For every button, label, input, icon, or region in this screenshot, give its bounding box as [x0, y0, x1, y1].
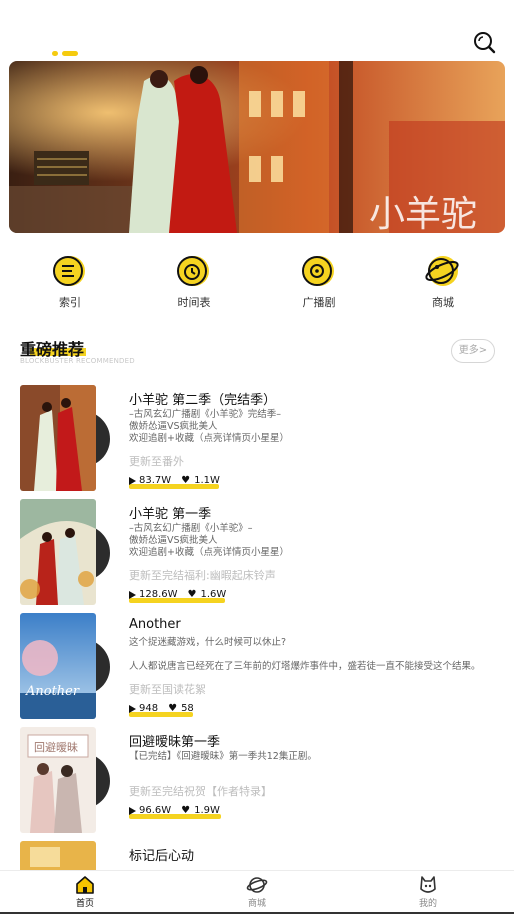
search-icon[interactable] — [472, 30, 496, 54]
more-button[interactable]: 更多> — [451, 339, 495, 363]
list-item[interactable]: 回避暧昧 回避暧昧第一季 【已完结】《回避暧昧》第一季共12集正剧。 更新至完结… — [0, 727, 514, 839]
play-icon — [129, 590, 136, 599]
section-subtitle: BLOCKBUSTER RECOMMENDED — [20, 357, 135, 365]
like-count: 1.9W — [194, 805, 220, 816]
quick-nav-shop[interactable]: 商城 — [403, 252, 483, 310]
item-update: 更新至完结福利:幽暇起床铃声 — [129, 569, 276, 582]
heart-icon: ♥ — [168, 703, 178, 714]
play-icon — [129, 704, 136, 713]
item-stats: 128.6W ♥ 1.6W — [129, 589, 227, 603]
cover-image — [20, 841, 96, 870]
item-update: 更新至番外 — [129, 455, 184, 468]
tab-shop[interactable]: 商城 — [227, 875, 287, 909]
play-count: 83.7W — [139, 475, 172, 486]
svg-text:回避暧昧: 回避暧昧 — [34, 740, 78, 754]
quick-nav-index[interactable]: 索引 — [30, 252, 110, 310]
item-description: –古风玄幻广播剧《小羊驼》完结季– 傲娇怂逼VS疯批美人 欢迎追剧+收藏（点亮详… — [129, 409, 289, 444]
item-description: –古风玄幻广播剧《小羊驼》– 傲娇怂逼VS疯批美人 欢迎追剧+收藏（点亮详情页小… — [129, 523, 289, 558]
carousel-dot[interactable] — [52, 51, 58, 56]
quick-nav-label: 商城 — [432, 296, 454, 309]
list-item[interactable]: 小羊驼 第一季 –古风玄幻广播剧《小羊驼》– 傲娇怂逼VS疯批美人 欢迎追剧+收… — [0, 499, 514, 611]
play-count: 128.6W — [139, 589, 178, 600]
clock-icon — [177, 256, 209, 286]
play-count: 948 — [139, 703, 159, 714]
carousel-indicator — [52, 51, 78, 56]
banner-artwork: 小羊驼 — [9, 61, 505, 233]
tab-profile[interactable]: 我的 — [398, 875, 458, 909]
quick-nav-label: 索引 — [59, 296, 81, 309]
play-icon — [129, 806, 136, 815]
item-stats: 948 ♥ 58 — [129, 703, 194, 717]
item-update: 更新至完结祝贺【作者特录】 — [129, 785, 272, 798]
like-count: 1.1W — [194, 475, 220, 486]
cover-image: 回避暧昧 — [20, 727, 96, 833]
heart-icon: ♥ — [181, 475, 191, 486]
planet-icon — [246, 877, 268, 893]
play-icon — [129, 476, 136, 485]
quick-nav-label: 时间表 — [177, 296, 211, 309]
index-icon — [53, 256, 85, 286]
banner-watermark: 小羊驼 — [369, 194, 477, 233]
tab-home[interactable]: 首页 — [55, 875, 115, 909]
cover-image: Another — [20, 613, 96, 719]
quick-nav-label: 广播剧 — [302, 296, 336, 309]
item-title: 标记后心动 — [129, 849, 195, 864]
play-count: 96.6W — [139, 805, 172, 816]
tab-label: 首页 — [75, 899, 94, 909]
item-description: 这个捉迷藏游戏，什么时候可以休止? 人人都说唐言已经死在了三年前的灯塔爆炸事件中… — [129, 637, 481, 672]
disc-icon — [302, 256, 334, 286]
item-stats: 83.7W ♥ 1.1W — [129, 475, 220, 489]
list-item[interactable]: 标记后心动 — [0, 841, 514, 870]
like-count: 1.6W — [200, 589, 227, 600]
quick-nav-schedule[interactable]: 时间表 — [154, 252, 234, 310]
profile-icon — [420, 876, 436, 893]
item-title: 回避暧昧第一季 — [129, 735, 221, 750]
tab-label: 商城 — [247, 899, 266, 909]
item-title: 小羊驼 第二季（完结季） — [129, 393, 277, 408]
like-count: 58 — [181, 703, 194, 714]
list-item[interactable]: Another Another 这个捉迷藏游戏，什么时候可以休止? 人人都说唐言… — [0, 613, 514, 725]
top-bar — [0, 0, 514, 60]
tab-label: 我的 — [418, 899, 437, 909]
cover-image — [20, 385, 96, 491]
list-item[interactable]: 小羊驼 第二季（完结季） –古风玄幻广播剧《小羊驼》完结季– 傲娇怂逼VS疯批美… — [0, 385, 514, 497]
heart-icon: ♥ — [187, 589, 197, 600]
home-icon — [76, 876, 94, 894]
carousel-dot-active[interactable] — [62, 51, 78, 56]
svg-text:Another: Another — [25, 684, 80, 699]
item-update: 更新至国读花絮 — [129, 683, 206, 696]
item-description: 【已完结】《回避暧昧》第一季共12集正剧。 — [129, 751, 317, 762]
item-title: 小羊驼 第一季 — [129, 507, 212, 522]
quick-nav-radio-drama[interactable]: 广播剧 — [279, 252, 359, 310]
item-stats: 96.6W ♥ 1.9W — [129, 805, 221, 819]
promo-banner[interactable]: 小羊驼 — [9, 61, 505, 233]
item-title: Another — [129, 617, 181, 632]
cover-image — [20, 499, 96, 605]
planet-icon — [425, 256, 459, 286]
heart-icon: ♥ — [181, 805, 191, 816]
bottom-tab-bar: 首页 商城 我的 — [0, 870, 514, 915]
